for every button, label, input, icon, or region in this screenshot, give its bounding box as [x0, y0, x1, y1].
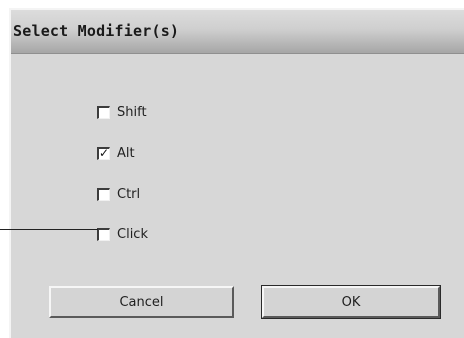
callout-line — [0, 229, 98, 230]
dialog-body: Shift ✓ Alt Ctrl Click Cancel OK — [11, 54, 464, 338]
dialog-title: Select Modifier(s) — [13, 22, 180, 40]
title-bar[interactable]: Select Modifier(s) — [11, 10, 464, 54]
select-modifiers-dialog: Select Modifier(s) Shift ✓ Alt Ctrl Clic — [9, 8, 464, 338]
ok-button-label: OK — [341, 294, 361, 310]
shift-label: Shift — [117, 104, 147, 120]
ctrl-label: Ctrl — [117, 186, 141, 202]
alt-checkbox[interactable]: ✓ — [97, 146, 110, 160]
alt-label: Alt — [117, 145, 135, 161]
cancel-button[interactable]: Cancel — [49, 286, 234, 318]
checkbox-row-ctrl[interactable]: Ctrl — [97, 184, 140, 204]
checkbox-row-alt[interactable]: ✓ Alt — [97, 143, 135, 163]
checkbox-row-click[interactable]: Click — [97, 224, 148, 244]
click-checkbox[interactable] — [97, 227, 110, 241]
click-label: Click — [117, 226, 148, 242]
checkmark-icon: ✓ — [98, 146, 110, 160]
shift-checkbox[interactable] — [97, 105, 110, 119]
checkbox-row-shift[interactable]: Shift — [97, 102, 147, 122]
ok-button[interactable]: OK — [261, 285, 441, 319]
ctrl-checkbox[interactable] — [97, 187, 110, 201]
cancel-button-label: Cancel — [119, 294, 164, 310]
